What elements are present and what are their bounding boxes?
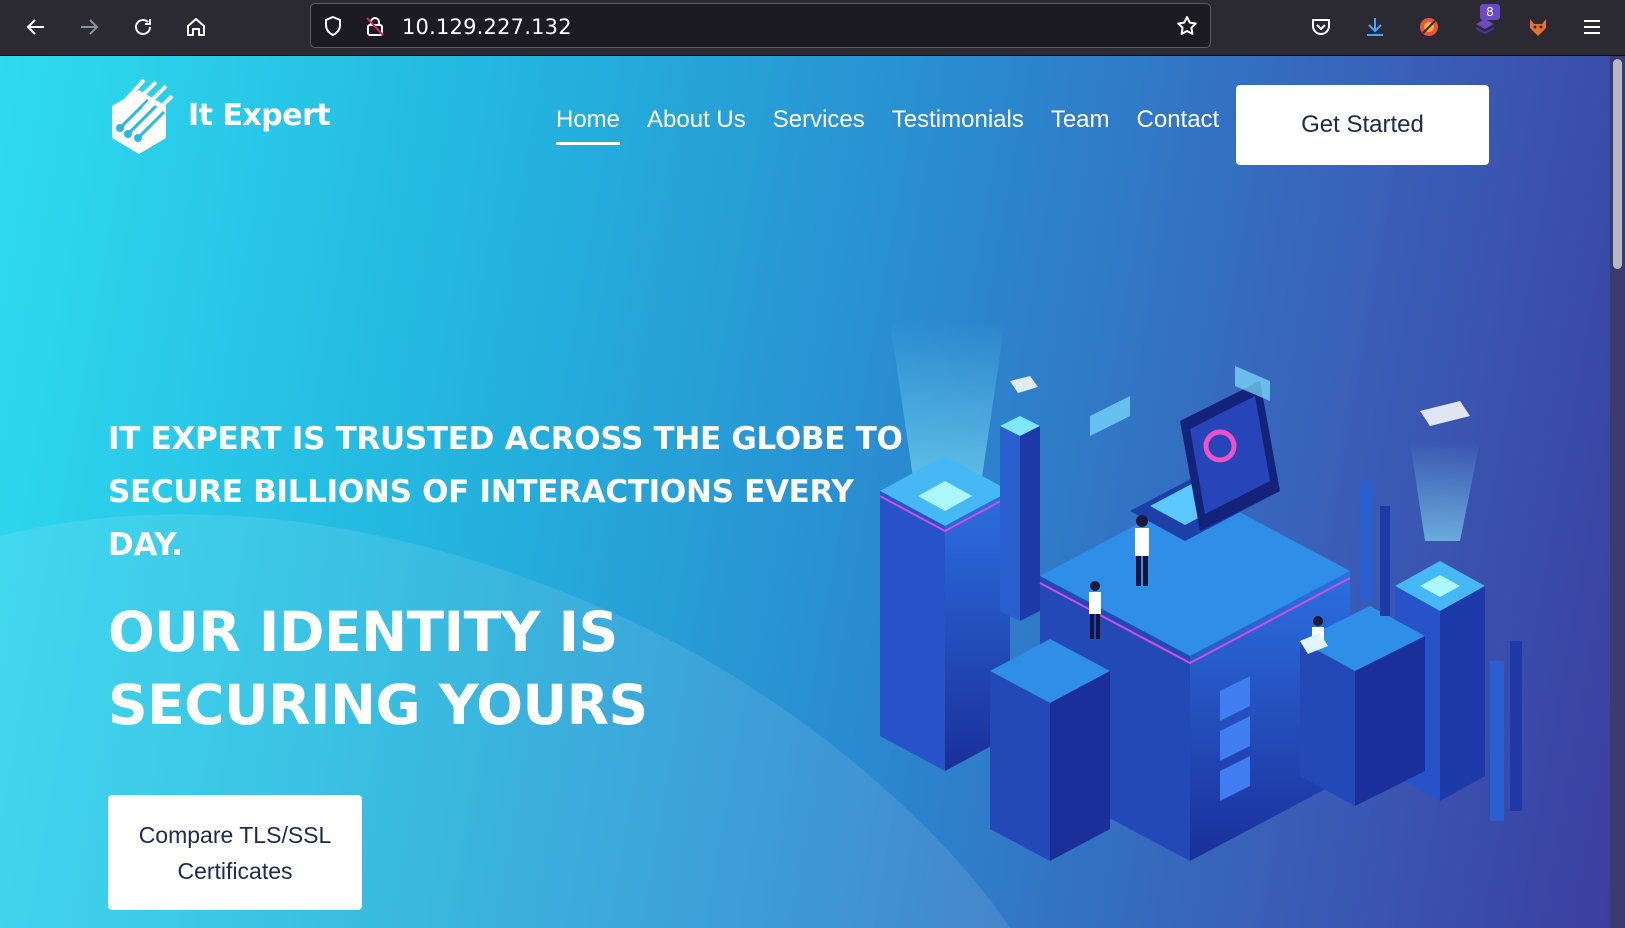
logo-text: It Expert [188,97,331,133]
home-button[interactable] [177,8,215,46]
back-button[interactable] [17,8,55,46]
bookmark-star-icon[interactable] [1175,14,1199,38]
site-logo[interactable]: It Expert [104,76,331,154]
cookie-extension-icon [1420,18,1438,36]
hero-section: It Expert Home About Us Services Testimo… [0,56,1610,928]
shield-icon[interactable] [321,14,345,38]
reload-button[interactable] [124,8,162,46]
browser-toolbar: 10.129.227.132 8 [0,0,1625,56]
hero-headline: OUR IDENTITY IS SECURING YOURS [108,600,648,737]
page-scrollbar[interactable] [1610,56,1625,928]
reload-icon [135,19,151,35]
circuit-logo-icon [112,78,174,154]
compare-certificates-button[interactable]: Compare TLS/SSL Certificates [108,795,362,910]
url-text[interactable]: 10.129.227.132 [402,15,572,39]
downloads-button[interactable] [1356,8,1394,46]
hero-tagline: IT EXPERT IS TRUSTED ACROSS THE GLOBE TO… [108,421,903,563]
insecure-lock-icon[interactable] [363,14,387,38]
menu-button[interactable] [1573,8,1611,46]
forward-arrow-icon [81,19,99,35]
pocket-icon [1312,19,1330,35]
main-nav: Home About Us Services Testimonials Team… [556,106,1246,145]
nav-team[interactable]: Team [1051,106,1110,134]
home-icon [187,18,205,36]
nav-services[interactable]: Services [773,106,865,134]
nav-home[interactable]: Home [556,106,621,145]
extension-button-1[interactable] [1410,8,1448,46]
get-started-button[interactable]: Get Started [1236,85,1489,165]
nav-about-us[interactable]: About Us [647,106,746,134]
pocket-button[interactable] [1302,8,1340,46]
nav-testimonials[interactable]: Testimonials [892,106,1024,134]
extension-button-3[interactable] [1519,8,1557,46]
download-icon [1367,18,1383,36]
fox-extension-icon [1530,19,1546,36]
url-bar[interactable]: 10.129.227.132 [310,3,1211,48]
scrollbar-thumb[interactable] [1613,59,1622,269]
hamburger-menu-icon [1584,20,1600,34]
nav-contact[interactable]: Contact [1137,106,1220,134]
extension-badge: 8 [1480,4,1500,20]
forward-button[interactable] [70,8,108,46]
datacenter-illustration [880,321,1522,861]
back-arrow-icon [26,19,44,35]
